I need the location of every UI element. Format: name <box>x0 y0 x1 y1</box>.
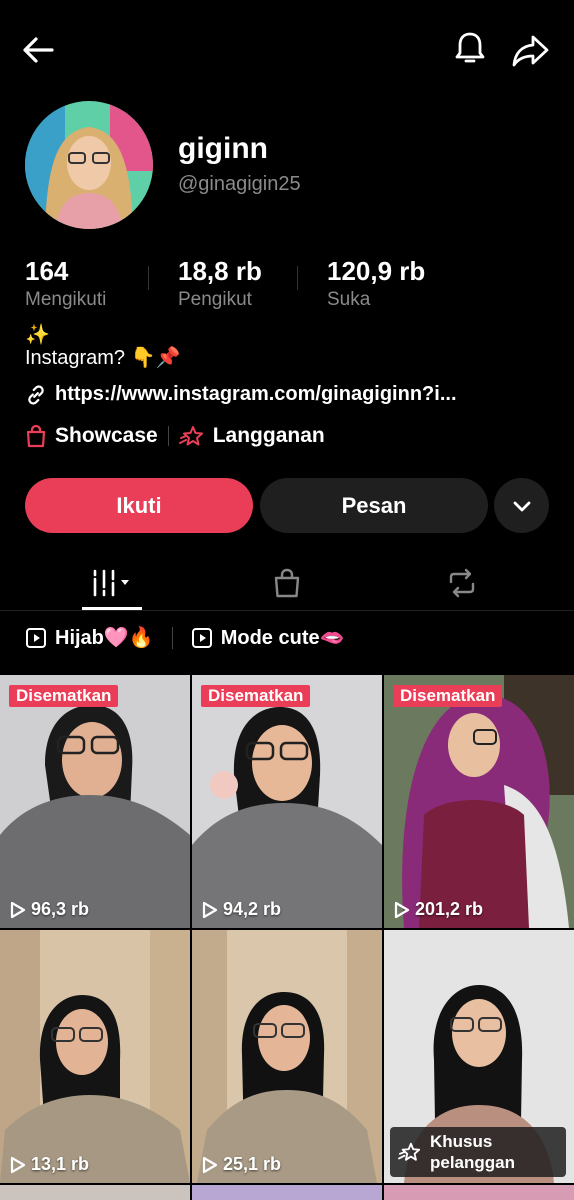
view-count-text: 96,3 rb <box>31 899 90 919</box>
playlist-divider <box>171 626 173 649</box>
play-icon <box>202 901 218 918</box>
tab-reposts[interactable] <box>432 555 492 611</box>
video-thumbnail[interactable]: 13,1 rb <box>0 930 190 1183</box>
stat-following[interactable]: 164 Mengikuti <box>25 256 106 311</box>
playlist-label: Hijab🩷🔥 <box>55 627 154 649</box>
view-count: 25,1 rb <box>202 1154 281 1175</box>
subscription-star-icon <box>398 1142 421 1161</box>
video-thumbnail[interactable]: Khusus pelanggan <box>384 930 574 1183</box>
showcase-label: Showcase <box>55 424 158 447</box>
profile-handle: @ginagigin25 <box>178 173 301 195</box>
pinned-badge: Disematkan <box>393 685 503 707</box>
repost-icon <box>449 568 475 598</box>
follow-button[interactable]: Ikuti <box>25 478 253 533</box>
stat-likes-label: Suka <box>327 289 371 310</box>
view-count: 201,2 rb <box>394 899 483 920</box>
subscriber-only-badge: Khusus pelanggan <box>390 1127 566 1177</box>
pinned-badge: Disematkan <box>9 685 119 707</box>
video-grid: Disematkan 96,3 rb Disematkan 94,2 rb Di… <box>0 675 574 1200</box>
tab-videos[interactable] <box>82 555 142 611</box>
view-count-text: 25,1 rb <box>223 1154 282 1174</box>
play-icon <box>10 1156 26 1173</box>
view-count: 96,3 rb <box>10 899 89 920</box>
play-square-icon <box>26 627 46 648</box>
stat-followers-label: Pengikut <box>178 289 252 310</box>
view-count-text: 13,1 rb <box>31 1154 90 1174</box>
shopping-bag-icon <box>26 424 46 448</box>
chevron-down-icon <box>513 501 530 511</box>
bell-icon[interactable] <box>450 28 490 68</box>
subscription-star-icon <box>178 426 203 446</box>
bio-link-text: https://www.instagram.com/ginagiginn?i..… <box>55 383 457 405</box>
bio-line-1: ✨ <box>25 324 50 346</box>
view-count-text: 201,2 rb <box>415 899 484 919</box>
tag-divider <box>167 426 169 446</box>
top-bar <box>0 0 574 100</box>
playlist-label: Mode cute🫦 <box>220 627 345 649</box>
video-thumbnail-image <box>384 675 574 928</box>
stat-likes: 120,9 rb Suka <box>327 256 425 311</box>
profile-name: giginn <box>178 132 268 165</box>
bio-line-2: Instagram? 👇📌 <box>25 347 181 369</box>
message-button[interactable]: Pesan <box>260 478 488 533</box>
video-thumbnail[interactable] <box>192 1185 382 1200</box>
stat-following-value: 164 <box>25 256 69 286</box>
stat-followers-value: 18,8 rb <box>178 256 262 286</box>
video-thumbnail-image <box>0 675 190 928</box>
shopping-bag-icon <box>274 568 300 598</box>
video-thumbnail[interactable] <box>384 1185 574 1200</box>
view-count-text: 94,2 rb <box>223 899 282 919</box>
link-icon <box>28 384 44 405</box>
bio-link[interactable]: https://www.instagram.com/ginagiginn?i..… <box>25 383 457 406</box>
pinned-badge: Disematkan <box>201 685 311 707</box>
stat-followers[interactable]: 18,8 rb Pengikut <box>178 256 262 311</box>
profile-tags: Showcase Langganan <box>25 424 325 448</box>
back-arrow-icon[interactable] <box>18 30 58 70</box>
stat-likes-value: 120,9 rb <box>327 256 426 286</box>
content-tabs <box>0 555 574 611</box>
stat-following-label: Mengikuti <box>25 289 107 310</box>
videos-grid-icon <box>93 569 129 597</box>
avatar[interactable] <box>25 101 153 229</box>
subscription-tag[interactable]: Langganan <box>178 424 325 448</box>
subscription-label: Langganan <box>212 424 325 447</box>
stat-divider <box>148 266 149 290</box>
video-thumbnail-image <box>0 930 190 1183</box>
play-icon <box>202 1156 218 1173</box>
subscriber-only-label: Khusus pelanggan <box>430 1132 516 1172</box>
view-count: 13,1 rb <box>10 1154 89 1175</box>
share-icon[interactable] <box>508 28 552 72</box>
stat-divider <box>297 266 298 290</box>
view-count: 94,2 rb <box>202 899 281 920</box>
playlist-item[interactable]: Hijab🩷🔥 <box>25 625 154 650</box>
video-thumbnail[interactable]: Disematkan 94,2 rb <box>192 675 382 928</box>
video-thumbnail[interactable]: Disematkan 96,3 rb <box>0 675 190 928</box>
active-tab-indicator <box>82 607 142 610</box>
play-icon <box>394 901 410 918</box>
video-thumbnail[interactable]: Disematkan 201,2 rb <box>384 675 574 928</box>
video-thumbnail-image <box>192 930 382 1183</box>
video-thumbnail[interactable] <box>0 1185 190 1200</box>
playlist-row: Hijab🩷🔥 Mode cute🫦 <box>25 625 345 650</box>
play-square-icon <box>191 627 212 648</box>
play-icon <box>10 901 26 918</box>
video-thumbnail-image <box>192 675 382 928</box>
tab-shop[interactable] <box>257 555 317 611</box>
suggested-accounts-button[interactable] <box>494 478 549 533</box>
showcase-tag[interactable]: Showcase <box>25 424 158 448</box>
playlist-item[interactable]: Mode cute🫦 <box>191 625 345 650</box>
video-thumbnail[interactable]: 25,1 rb <box>192 930 382 1183</box>
